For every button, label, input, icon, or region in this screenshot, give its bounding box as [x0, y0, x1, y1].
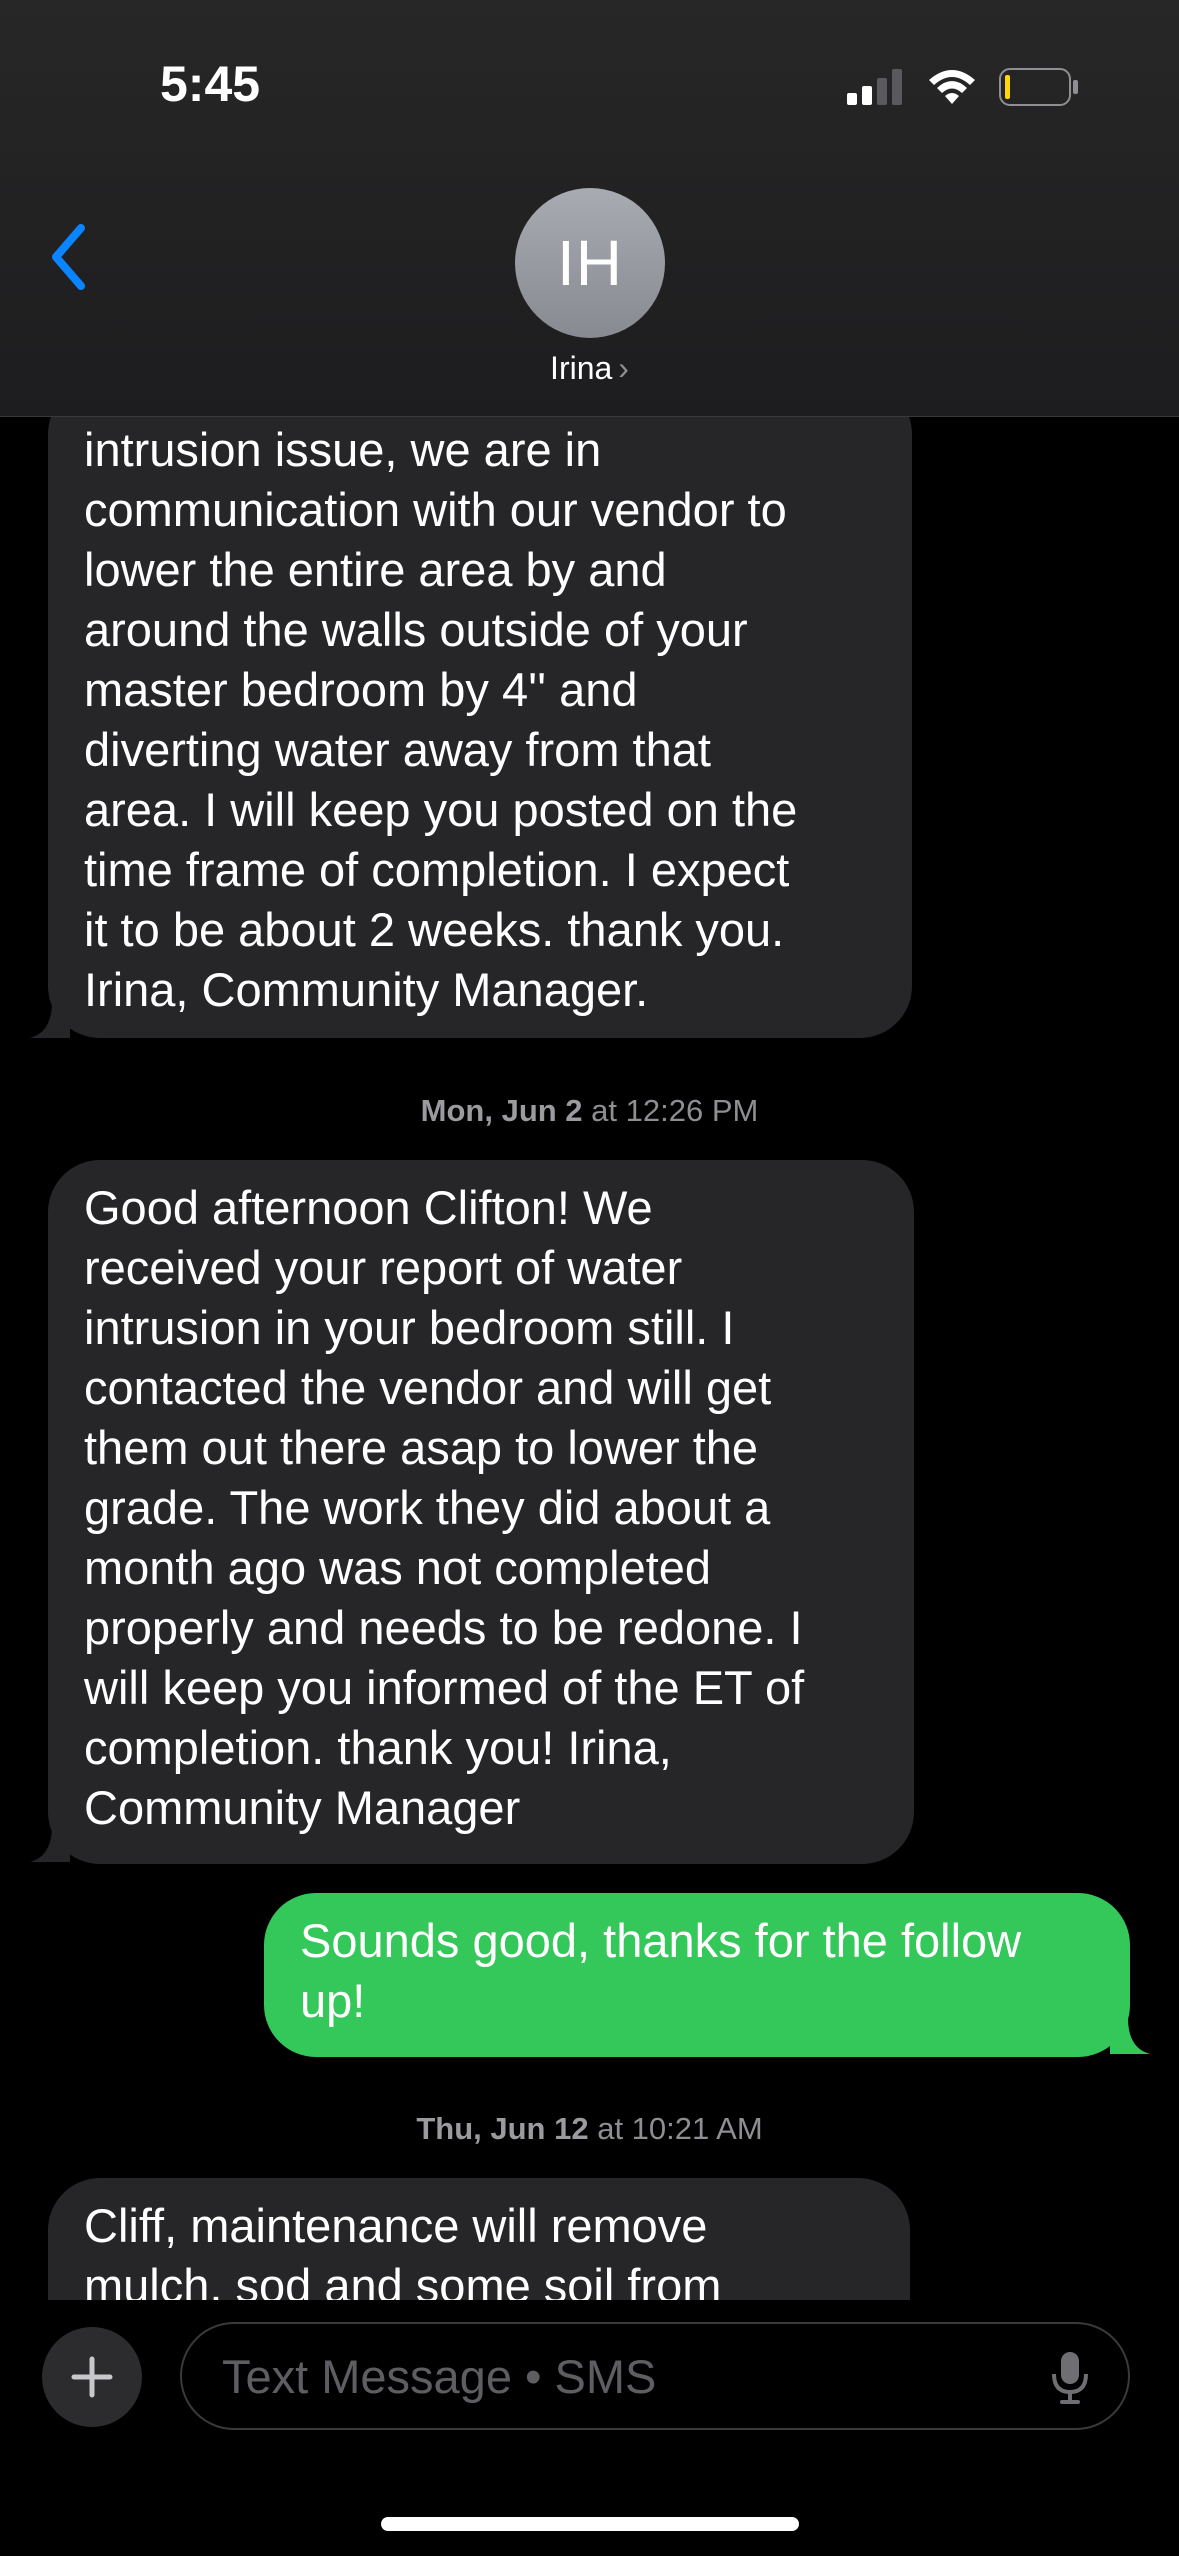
wifi-icon — [929, 70, 975, 104]
avatar[interactable]: IH — [515, 188, 665, 338]
timestamp: Thu, Jun 12 at 10:21 AM — [416, 2111, 763, 2146]
bubble-tail — [1110, 2018, 1150, 2054]
message-input-placeholder: Text Message • SMS — [222, 2349, 657, 2403]
status-icons — [847, 62, 1079, 112]
home-indicator[interactable] — [381, 2517, 799, 2531]
signal-icon — [847, 69, 902, 105]
plus-icon — [71, 2356, 113, 2398]
message-bubble-outgoing[interactable]: Sounds good, thanks for the follow up! — [264, 1893, 1130, 2057]
contact-name-button[interactable]: Irina › — [0, 350, 1179, 387]
timestamp: Mon, Jun 2 at 12:26 PM — [420, 1093, 759, 1128]
message-bubble-incoming[interactable]: Cliff, maintenance will remove mulch, so… — [48, 2178, 910, 2300]
microphone-icon[interactable] — [1050, 2350, 1090, 2406]
message-input[interactable]: Text Message • SMS — [180, 2322, 1130, 2430]
back-chevron-icon[interactable] — [48, 222, 88, 292]
contact-name: Irina — [550, 350, 613, 386]
bubble-tail — [30, 1826, 70, 1862]
message-bubble-incoming[interactable]: intrusion issue, we are in communication… — [48, 382, 912, 1038]
bubble-tail — [30, 1002, 70, 1038]
chevron-right-icon: › — [618, 350, 629, 386]
add-attachment-button[interactable] — [42, 2327, 142, 2427]
status-time: 5:45 — [160, 56, 261, 112]
conversation-header: 5:45 IH Irina › — [0, 0, 1179, 417]
message-bubble-incoming[interactable]: Good afternoon Clifton! We received your… — [48, 1160, 914, 1864]
battery-icon — [999, 68, 1078, 106]
